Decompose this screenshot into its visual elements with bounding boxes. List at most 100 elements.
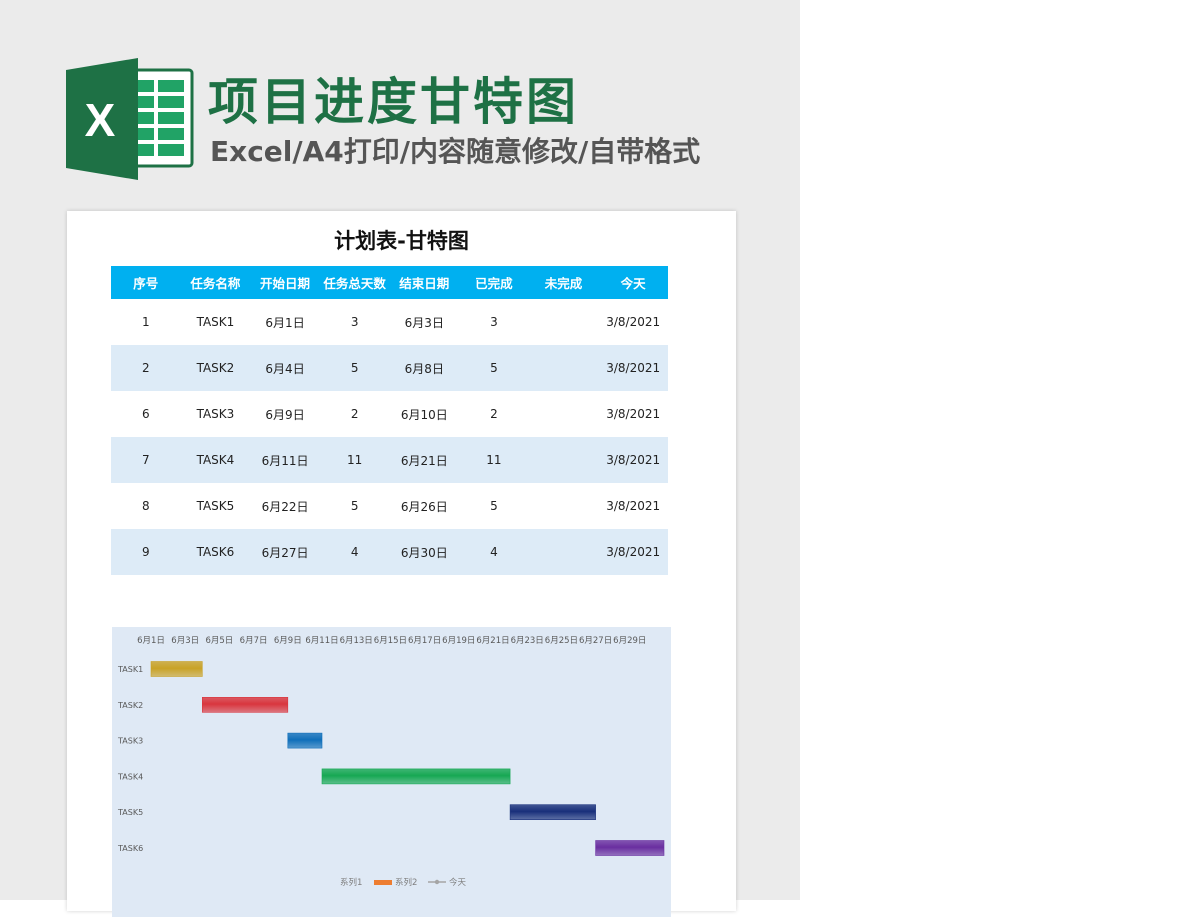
table-cell: 6月3日 bbox=[404, 315, 444, 330]
table-cell: 7 bbox=[111, 437, 181, 483]
table-cell: TASK5 bbox=[196, 499, 235, 513]
page-subtitle: Excel/A4打印/内容随意修改/自带格式 bbox=[210, 135, 701, 168]
table-row: 9 TASK6 6月27日 4 6月30日 4 3/8/2021 bbox=[111, 529, 668, 575]
column-header: 结束日期 bbox=[389, 266, 460, 299]
y-tick-label: TASK1 bbox=[117, 665, 143, 674]
table-cell: 8 bbox=[141, 499, 150, 513]
table-cell: 6月1日 bbox=[265, 315, 305, 330]
x-tick-label: 6月1日 bbox=[137, 636, 165, 646]
sheet-title: 计划表-甘特图 bbox=[334, 229, 469, 253]
x-tick-label: 6月21日 bbox=[476, 636, 509, 646]
table-cell: 6月4日 bbox=[250, 345, 320, 391]
x-tick-label: 6月3日 bbox=[171, 636, 199, 646]
y-tick-label: TASK3 bbox=[117, 737, 143, 746]
table-cell: 6月21日 bbox=[389, 437, 460, 483]
table-cell: 3/8/2021 bbox=[606, 407, 661, 421]
table-cell bbox=[528, 529, 599, 575]
table-cell: 6月22日 bbox=[261, 499, 309, 514]
table-cell: 6 bbox=[141, 407, 150, 421]
x-tick-label: 6月15日 bbox=[374, 636, 407, 646]
gantt-chart-svg: 6月1日 6月3日 6月5日 6月7日 6月9日 6月11日 6月13日 6月15日 6月17日… bbox=[117, 636, 665, 888]
table-cell: 5 bbox=[459, 345, 529, 391]
table-cell: 3 bbox=[490, 315, 498, 329]
table-cell: 6月27日 bbox=[250, 529, 320, 575]
spreadsheet-preview: 计划表-甘特图 序号 任务名称 开始日期 任务总天数 结束日期 已完成 未完成 … bbox=[67, 211, 736, 917]
x-tick-label: 6月19日 bbox=[442, 636, 475, 646]
excel-logo-icon: X bbox=[66, 58, 194, 180]
x-tick-label: 6月17日 bbox=[408, 636, 441, 646]
table-cell: TASK1 bbox=[196, 315, 235, 329]
table-cell: 2 bbox=[490, 407, 498, 421]
table-cell: 6月11日 bbox=[250, 437, 320, 483]
x-tick-label: 6月11日 bbox=[305, 636, 338, 646]
table-cell: 5 bbox=[350, 499, 359, 513]
table-row: 7 TASK4 6月11日 11 6月21日 11 3/8/2021 bbox=[111, 437, 668, 483]
y-tick-label: TASK5 bbox=[117, 808, 143, 817]
x-tick-label: 6月13日 bbox=[340, 636, 373, 646]
table-cell: 5 bbox=[490, 499, 498, 513]
x-tick-label: 6月5日 bbox=[205, 636, 233, 646]
y-tick-label: TASK2 bbox=[117, 701, 143, 710]
table-cell: 6月10日 bbox=[400, 407, 448, 422]
table-row: 1 TASK1 6月1日 3 6月3日 3 3/8/2021 bbox=[111, 299, 668, 345]
table-cell: 3/8/2021 bbox=[606, 315, 661, 329]
table-row: 2 TASK2 6月4日 5 6月8日 5 3/8/2021 bbox=[111, 345, 668, 391]
table-cell: 6月30日 bbox=[389, 529, 460, 575]
page-title: 项目进度甘特图 bbox=[208, 73, 579, 131]
column-header: 任务总天数 bbox=[319, 266, 390, 299]
column-header: 任务名称 bbox=[180, 266, 251, 299]
column-header: 未完成 bbox=[528, 266, 599, 299]
table-cell: TASK2 bbox=[180, 345, 251, 391]
column-header: 今天 bbox=[598, 266, 668, 299]
table-cell: 3/8/2021 bbox=[606, 499, 661, 513]
y-tick-label: TASK6 bbox=[117, 844, 143, 853]
logo-letter: X bbox=[85, 94, 116, 146]
gantt-chart: 6月1日 6月3日 6月5日 6月7日 6月9日 6月11日 6月13日 6月15日 6月17日… bbox=[112, 627, 671, 917]
table-cell: 1 bbox=[141, 315, 150, 329]
table-row: 8 TASK5 6月22日 5 6月26日 5 3/8/2021 bbox=[111, 483, 668, 529]
table-cell: 6月8日 bbox=[389, 345, 460, 391]
y-tick-label: TASK4 bbox=[117, 772, 143, 781]
plan-table: 序号 任务名称 开始日期 任务总天数 结束日期 已完成 未完成 今天 1 TAS… bbox=[111, 266, 668, 575]
table-cell bbox=[528, 345, 599, 391]
table-cell: 11 bbox=[319, 437, 390, 483]
table-cell: 3/8/2021 bbox=[598, 345, 668, 391]
column-header: 开始日期 bbox=[250, 266, 320, 299]
table-cell: 4 bbox=[459, 529, 529, 575]
legend-marker bbox=[434, 879, 440, 885]
column-header: 已完成 bbox=[459, 266, 529, 299]
x-tick-label: 6月25日 bbox=[545, 636, 578, 646]
table-cell: 5 bbox=[319, 345, 390, 391]
legend-swatch bbox=[374, 880, 392, 885]
table-cell: TASK6 bbox=[180, 529, 251, 575]
table-cell: 11 bbox=[459, 437, 529, 483]
table-cell: 3/8/2021 bbox=[598, 437, 668, 483]
x-tick-label: 6月29日 bbox=[613, 636, 646, 646]
legend-label: 今天 bbox=[449, 877, 467, 888]
column-header: 序号 bbox=[111, 266, 181, 299]
table-cell: 9 bbox=[111, 529, 181, 575]
table-cell bbox=[528, 437, 599, 483]
table-cell: 2 bbox=[111, 345, 181, 391]
table-cell: 3/8/2021 bbox=[598, 529, 668, 575]
gantt-bar-task3 bbox=[287, 732, 323, 749]
table-cell: 6月9日 bbox=[265, 407, 305, 422]
x-tick-label: 6月27日 bbox=[579, 636, 612, 646]
gantt-bar-task2 bbox=[202, 697, 289, 713]
table-cell bbox=[529, 483, 599, 529]
table-cell: TASK3 bbox=[196, 407, 235, 421]
legend-label: 系列2 bbox=[395, 877, 417, 888]
table-cell: TASK4 bbox=[180, 437, 251, 483]
legend-label: 系列1 bbox=[340, 877, 362, 888]
gantt-bar-task4 bbox=[321, 768, 511, 785]
table-cell: 4 bbox=[319, 529, 390, 575]
table-cell bbox=[529, 391, 599, 437]
table-header-row: 序号 任务名称 开始日期 任务总天数 结束日期 已完成 未完成 今天 bbox=[111, 266, 668, 299]
table-cell: 2 bbox=[350, 407, 359, 421]
table-cell: 3 bbox=[350, 315, 359, 329]
table-row: 6 TASK3 6月9日 2 6月10日 2 3/8/2021 bbox=[111, 391, 668, 437]
x-tick-label: 6月9日 bbox=[274, 636, 302, 646]
x-tick-label: 6月23日 bbox=[511, 636, 544, 646]
gantt-bar-task5 bbox=[509, 804, 596, 820]
gantt-bar-task6 bbox=[595, 840, 665, 856]
